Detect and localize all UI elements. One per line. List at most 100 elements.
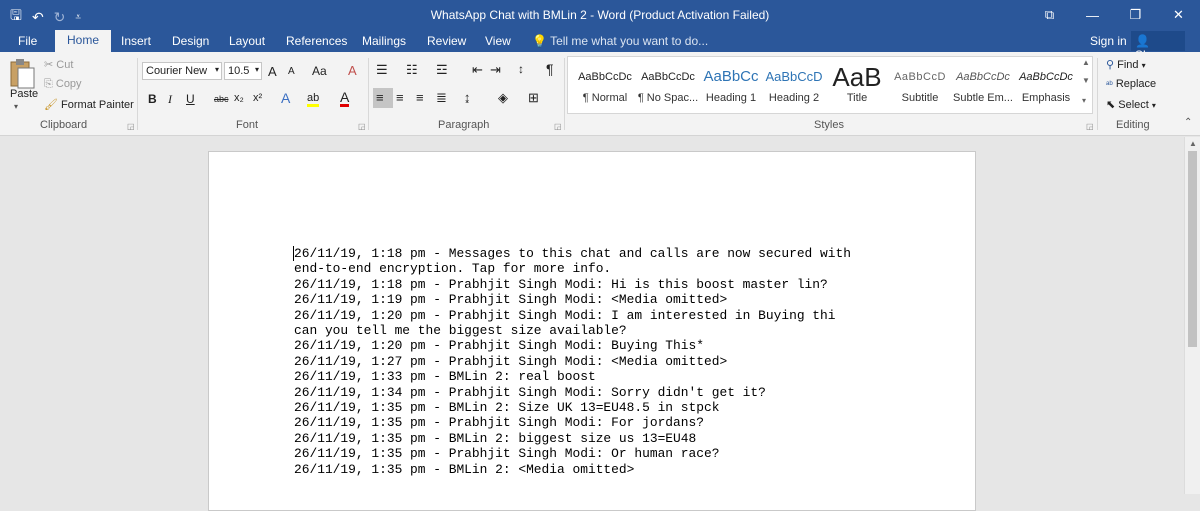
- styles-launcher-icon[interactable]: ◲: [1086, 122, 1094, 131]
- change-case-button[interactable]: Aa: [312, 64, 327, 78]
- find-button[interactable]: ⚲ Find ▾: [1106, 58, 1146, 71]
- tab-layout[interactable]: Layout: [229, 34, 265, 48]
- gallery-more-icon[interactable]: ▾: [1082, 96, 1086, 105]
- close-button[interactable]: ✕: [1157, 0, 1200, 30]
- italic-button[interactable]: I: [168, 92, 172, 107]
- font-color-button[interactable]: A: [340, 90, 350, 107]
- gallery-up-icon[interactable]: ▲: [1082, 58, 1090, 67]
- strikethrough-button[interactable]: abc: [214, 94, 229, 104]
- copy-label: Copy: [55, 78, 82, 90]
- numbering-icon[interactable]: ☷: [406, 62, 418, 78]
- line-spacing-icon[interactable]: ↨: [464, 90, 471, 105]
- document-body[interactable]: 26/11/19, 1:18 pm - Messages to this cha…: [294, 246, 851, 477]
- clear-formatting-button[interactable]: A: [348, 63, 357, 78]
- style-name: Emphasis: [1021, 92, 1071, 104]
- increase-indent-icon[interactable]: ⇥: [490, 62, 501, 78]
- clipboard-launcher-icon[interactable]: ◲: [127, 122, 135, 131]
- collapse-ribbon-icon[interactable]: ⌃: [1184, 117, 1192, 128]
- tab-file[interactable]: File: [18, 34, 37, 48]
- document-line: end-to-end encryption. Tap for more info…: [294, 261, 612, 277]
- share-button[interactable]: 👤 Share: [1131, 31, 1185, 62]
- sign-in-link[interactable]: Sign in: [1090, 34, 1127, 48]
- highlight-button[interactable]: ab: [307, 92, 320, 107]
- shading-icon[interactable]: ◈: [498, 90, 508, 106]
- chevron-down-icon: ▾: [254, 65, 259, 74]
- style-title[interactable]: AaB Title: [826, 62, 888, 112]
- decrease-indent-icon[interactable]: ⇤: [472, 62, 483, 78]
- paste-icon[interactable]: [8, 58, 36, 89]
- font-launcher-icon[interactable]: ◲: [358, 122, 366, 131]
- style-normal[interactable]: AaBbCcDc ¶ Normal: [574, 62, 636, 112]
- ribbon-display-options-button[interactable]: ⧉: [1028, 0, 1071, 30]
- document-line: 26/11/19, 1:20 pm - Prabhjit Singh Modi:…: [294, 338, 704, 354]
- multilevel-list-icon[interactable]: ☲: [436, 62, 448, 78]
- tab-mailings[interactable]: Mailings: [362, 34, 406, 48]
- copy-button[interactable]: ⎘ Copy: [44, 78, 82, 91]
- subscript-button[interactable]: x₂: [234, 92, 244, 104]
- bullets-icon[interactable]: ☰: [376, 62, 388, 78]
- minimize-button[interactable]: —: [1071, 0, 1114, 30]
- chevron-down-icon: ▾: [214, 65, 219, 74]
- bold-button[interactable]: B: [148, 92, 157, 106]
- show-formatting-button[interactable]: ¶: [546, 61, 554, 77]
- align-right-icon[interactable]: ≡: [416, 90, 424, 105]
- scrollbar-thumb[interactable]: [1188, 151, 1197, 347]
- document-page[interactable]: 26/11/19, 1:18 pm - Messages to this cha…: [208, 151, 976, 511]
- style-heading-2[interactable]: AaBbCcD Heading 2: [763, 62, 825, 112]
- paste-dropdown-icon[interactable]: ▾: [14, 102, 18, 111]
- format-painter-button[interactable]: 🖌 Format Painter: [44, 98, 134, 111]
- style-heading-1[interactable]: AaBbCc Heading 1: [700, 62, 762, 112]
- text-effects-button[interactable]: A: [281, 90, 290, 106]
- window-title: WhatsApp Chat with BMLin 2 - Word (Produ…: [430, 8, 770, 22]
- style-subtle-emphasis[interactable]: AaBbCcDc Subtle Em...: [952, 62, 1014, 112]
- tell-me-box[interactable]: 💡 Tell me what you want to do...: [532, 34, 708, 48]
- font-size-select[interactable]: 10.5 ▾: [224, 62, 262, 80]
- ribbon: Paste ▾ ✂ Cut ⎘ Copy 🖌 Format Painter Cl…: [0, 52, 1200, 136]
- style-name: Title: [846, 92, 868, 104]
- document-line: 26/11/19, 1:35 pm - BMLin 2: biggest siz…: [294, 430, 697, 446]
- tab-view[interactable]: View: [485, 34, 511, 48]
- tab-references[interactable]: References: [286, 34, 347, 48]
- document-canvas: 26/11/19, 1:18 pm - Messages to this cha…: [0, 137, 1184, 511]
- title-bar: 🖫 ↶ ↻ ⩡ WhatsApp Chat with BMLin 2 - Wor…: [0, 0, 1200, 30]
- style-preview: AaBbCcDc: [578, 71, 632, 83]
- restore-button[interactable]: ❐: [1114, 0, 1157, 30]
- chevron-down-icon: ▾: [1151, 101, 1156, 110]
- sort-icon[interactable]: ↕: [518, 62, 524, 76]
- paste-button[interactable]: Paste: [10, 88, 38, 100]
- font-family-select[interactable]: Courier New ▾: [142, 62, 222, 80]
- grow-font-button[interactable]: A: [268, 64, 277, 79]
- tab-home[interactable]: Home: [55, 30, 112, 52]
- style-preview: AaBbCcDc: [956, 71, 1010, 83]
- shrink-font-button[interactable]: A: [288, 66, 295, 77]
- paragraph-group-label: Paragraph: [438, 119, 490, 131]
- document-line: 26/11/19, 1:20 pm - Prabhjit Singh Modi:…: [294, 307, 836, 323]
- document-line: 26/11/19, 1:18 pm - Prabhjit Singh Modi:…: [294, 276, 828, 292]
- style-emphasis[interactable]: AaBbCcDc Emphasis: [1015, 62, 1077, 112]
- divider: [137, 58, 138, 130]
- style-no-spacing[interactable]: AaBbCcDc ¶ No Spac...: [637, 62, 699, 112]
- select-button[interactable]: ⬉ Select ▾: [1106, 98, 1156, 111]
- borders-icon[interactable]: ⊞: [528, 90, 539, 106]
- underline-button[interactable]: U: [186, 92, 195, 106]
- document-line: 26/11/19, 1:19 pm - Prabhjit Singh Modi:…: [294, 292, 728, 308]
- superscript-button[interactable]: x²: [253, 92, 262, 104]
- divider: [1097, 58, 1098, 130]
- document-line: 26/11/19, 1:18 pm - Messages to this cha…: [294, 246, 851, 261]
- tab-review[interactable]: Review: [427, 34, 466, 48]
- paragraph-launcher-icon[interactable]: ◲: [554, 122, 562, 131]
- tab-insert[interactable]: Insert: [121, 34, 151, 48]
- scroll-up-icon[interactable]: ▲: [1189, 139, 1197, 148]
- justify-icon[interactable]: ≣: [436, 90, 447, 106]
- replace-button[interactable]: ᵃᵇ Replace: [1106, 78, 1156, 90]
- cut-button[interactable]: ✂ Cut: [44, 58, 73, 71]
- style-preview: AaBbCcDc: [1019, 71, 1073, 83]
- styles-group-label: Styles: [814, 119, 844, 131]
- vertical-scrollbar[interactable]: ▲: [1184, 137, 1200, 494]
- style-name: Subtitle: [901, 92, 939, 104]
- gallery-down-icon[interactable]: ▼: [1082, 76, 1090, 85]
- align-center-icon[interactable]: ≡: [396, 90, 404, 105]
- style-subtitle[interactable]: AaBbCcD Subtitle: [889, 62, 951, 112]
- font-size-value: 10.5: [228, 65, 250, 77]
- tab-design[interactable]: Design: [172, 34, 209, 48]
